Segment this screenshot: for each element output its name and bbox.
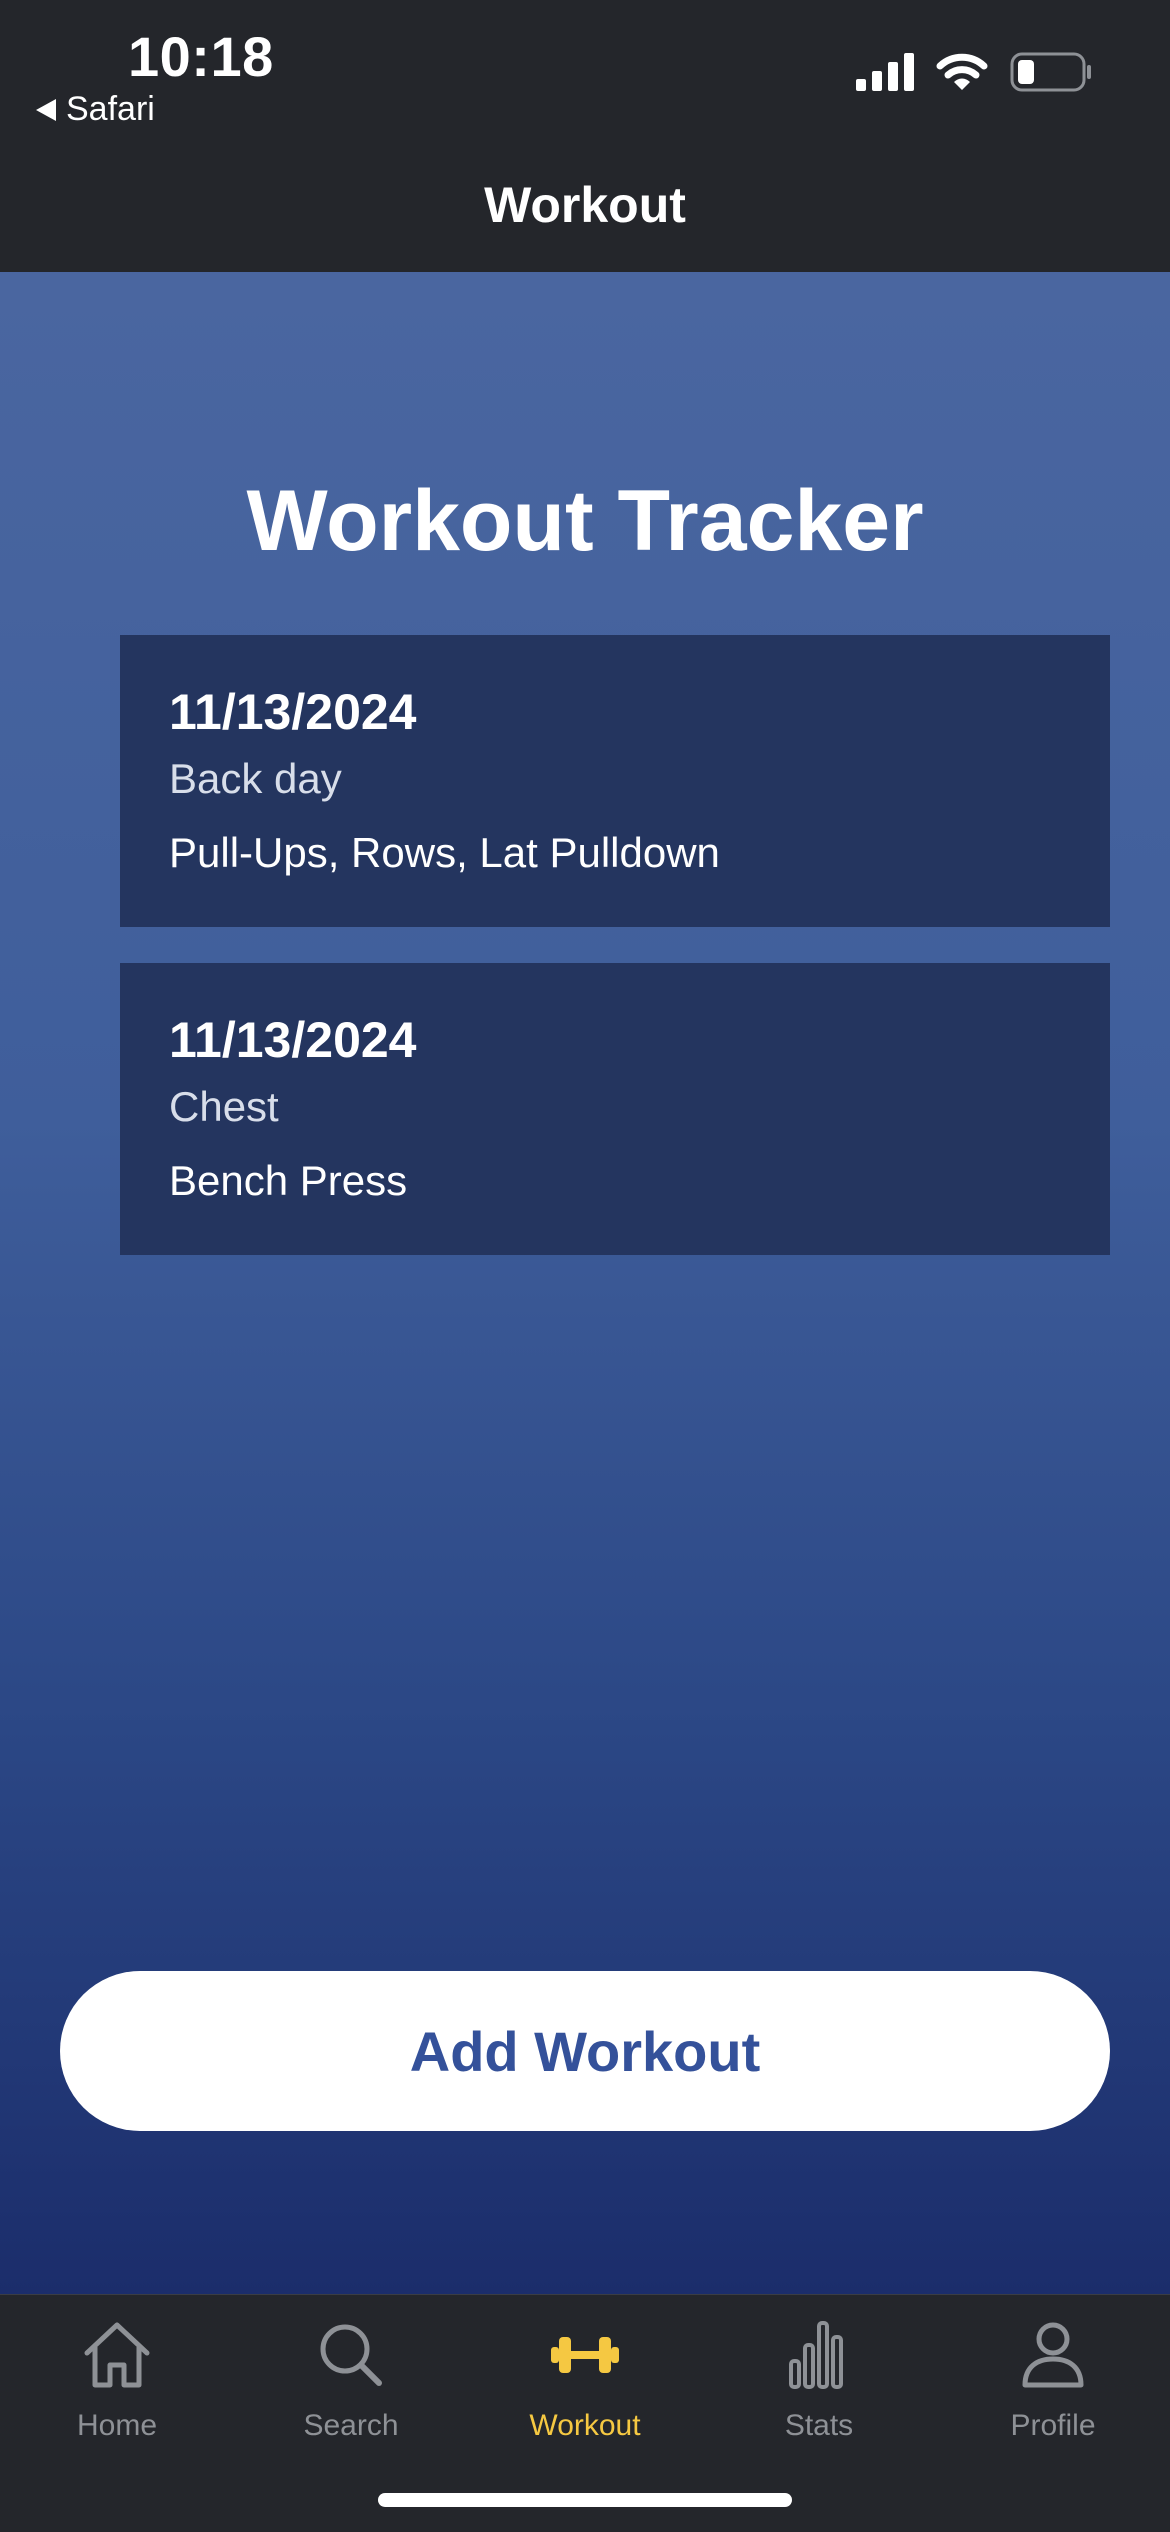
tab-label: Stats <box>784 2409 854 2442</box>
search-icon <box>320 2324 382 2386</box>
tab-search[interactable]: Search <box>234 2315 468 2465</box>
tab-stats[interactable]: Stats <box>702 2315 936 2465</box>
workout-tracker-screen: Workout Tracker 11/13/2024 Back day Pull… <box>0 272 1170 2294</box>
workout-name: Chest <box>169 1083 279 1130</box>
workout-name: Back day <box>169 755 342 802</box>
nav-title: Workout <box>484 177 686 233</box>
workout-date: 11/13/2024 <box>169 684 417 740</box>
page-title: Workout Tracker <box>246 473 924 569</box>
tab-home[interactable]: Home <box>0 2315 234 2465</box>
workout-card[interactable]: 11/13/2024 Chest Bench Press <box>120 963 1110 1255</box>
tab-workout[interactable]: Workout <box>468 2315 702 2465</box>
back-app-label: Safari <box>66 90 155 128</box>
workout-exercises: Pull-Ups, Rows, Lat Pulldown <box>169 829 720 876</box>
app-header: 10:18 Safari Workout <box>0 0 1170 272</box>
tab-label: Search <box>303 2409 399 2442</box>
back-arrow-icon <box>36 98 56 121</box>
back-to-app-link[interactable]: Safari <box>36 90 155 129</box>
status-indicators <box>856 52 1092 92</box>
home-indicator <box>378 2493 792 2507</box>
battery-icon <box>1010 52 1091 92</box>
tab-bar: Home Search Workout Stats Profile <box>0 2294 1170 2532</box>
workout-exercises: Bench Press <box>169 1157 408 1204</box>
person-icon <box>1022 2322 1084 2388</box>
workout-date: 11/13/2024 <box>169 1012 417 1068</box>
add-workout-button[interactable]: Add Workout <box>60 1971 1110 2131</box>
bar-chart-icon <box>789 2321 843 2389</box>
signal-icon <box>856 53 914 91</box>
wifi-icon <box>936 53 988 90</box>
tab-label: Home <box>76 2409 158 2442</box>
tab-profile[interactable]: Profile <box>936 2315 1170 2465</box>
dumbbell-icon <box>551 2337 619 2373</box>
tab-label: Profile <box>1010 2409 1096 2442</box>
tab-label: Workout <box>529 2409 641 2442</box>
home-icon <box>84 2322 150 2388</box>
status-time: 10:18 <box>128 25 274 88</box>
workout-card[interactable]: 11/13/2024 Back day Pull-Ups, Rows, Lat … <box>120 635 1110 927</box>
